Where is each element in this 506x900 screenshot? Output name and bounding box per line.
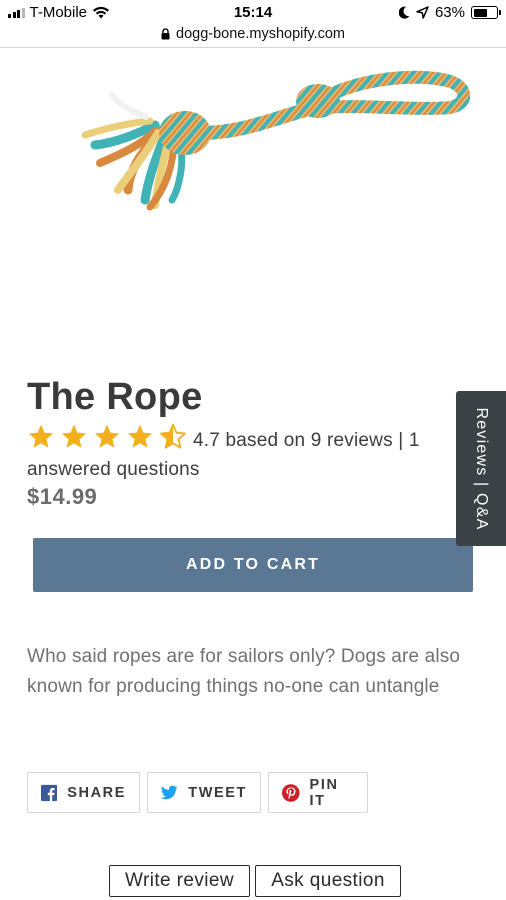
add-to-cart-button[interactable]: ADD TO CART	[33, 538, 473, 592]
pinterest-share-label: PIN IT	[309, 776, 339, 809]
star-icon	[28, 424, 54, 448]
twitter-icon	[161, 785, 178, 799]
status-bar: T-Mobile 15:14 63%	[0, 0, 506, 24]
url-text: dogg-bone.myshopify.com	[176, 26, 345, 42]
product-title: The Rope	[27, 376, 203, 418]
battery-icon	[471, 6, 501, 19]
reviews-qa-tab[interactable]: Reviews | Q&A	[456, 391, 506, 546]
twitter-share-button[interactable]: TWEET	[147, 772, 261, 813]
write-review-button[interactable]: Write review	[109, 865, 250, 897]
half-star-icon	[160, 423, 186, 449]
pinterest-icon	[282, 783, 300, 802]
rating-row[interactable]: 4.7 based on 9 reviews | 1 answered ques…	[27, 423, 447, 484]
lock-icon	[161, 28, 170, 40]
review-actions: Write review Ask question	[109, 865, 401, 897]
facebook-share-button[interactable]: SHARE	[27, 772, 140, 813]
pinterest-share-button[interactable]: PIN IT	[268, 772, 368, 813]
battery-percent: 63%	[434, 4, 465, 21]
product-image[interactable]	[60, 55, 480, 235]
location-arrow-icon	[416, 6, 429, 19]
twitter-share-label: TWEET	[188, 784, 247, 801]
facebook-icon	[41, 784, 58, 801]
battery-fill	[473, 8, 488, 17]
moon-icon	[398, 6, 410, 19]
star-rating[interactable]	[27, 423, 187, 450]
facebook-share-label: SHARE	[67, 784, 126, 801]
divider	[0, 47, 506, 48]
star-icon	[127, 424, 153, 448]
ask-question-button[interactable]: Ask question	[255, 865, 401, 897]
star-icon	[61, 424, 87, 448]
status-right: 63%	[398, 4, 501, 21]
reviews-tab-label: Reviews | Q&A	[473, 407, 490, 530]
social-share: SHARE TWEET PIN IT	[27, 772, 368, 813]
address-bar[interactable]: dogg-bone.myshopify.com	[0, 22, 506, 46]
star-icon	[94, 424, 120, 448]
product-price: $14.99	[27, 484, 98, 509]
product-description: Who said ropes are for sailors only? Dog…	[27, 646, 461, 697]
